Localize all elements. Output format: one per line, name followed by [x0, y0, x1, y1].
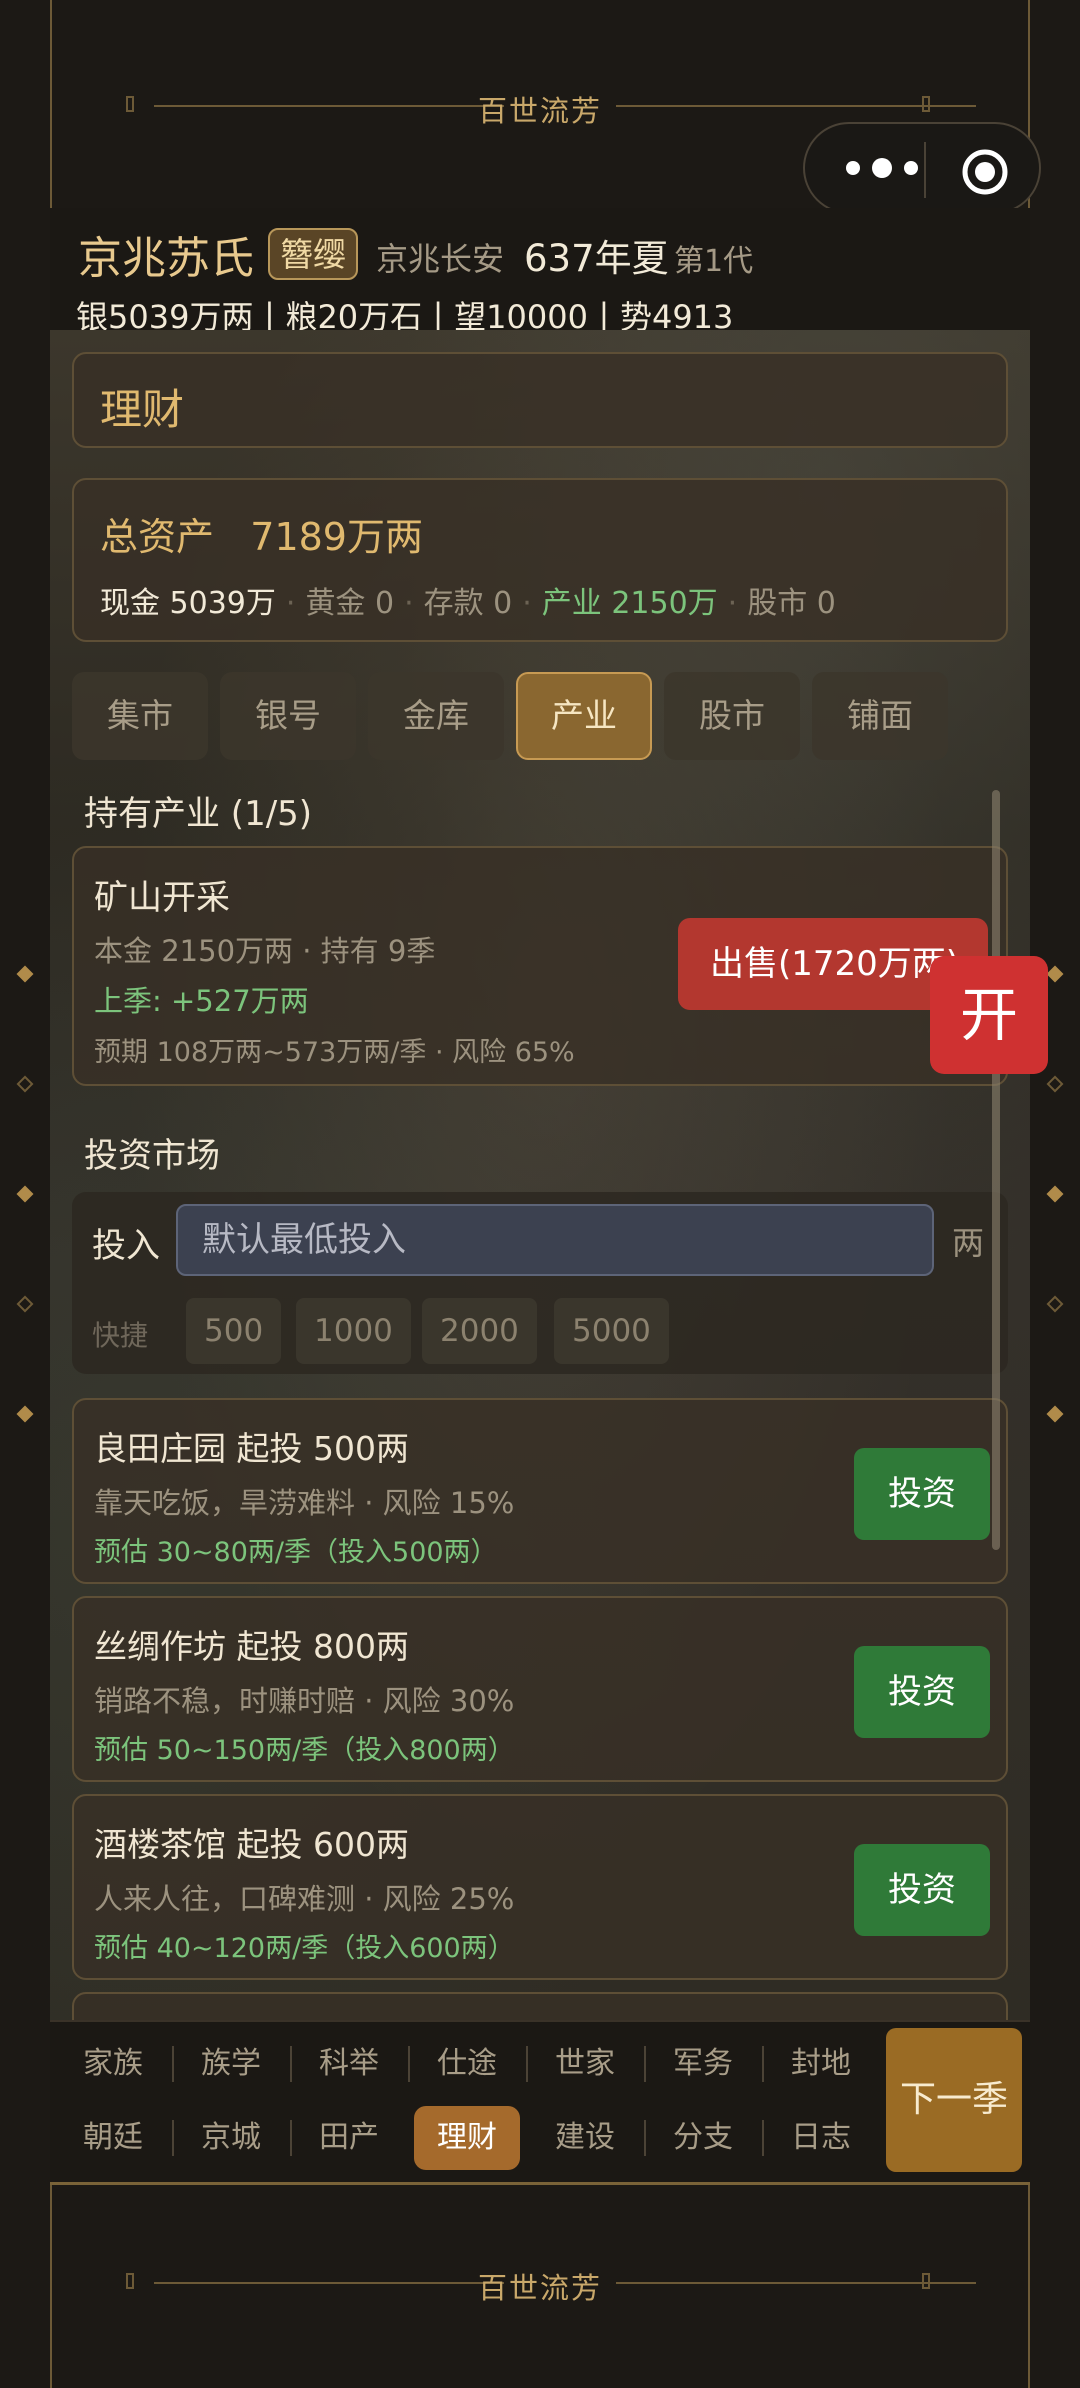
family-name: 京兆苏氏 — [78, 233, 254, 284]
tab-market[interactable]: 集市 — [72, 672, 208, 760]
invest-input-box: 投入 默认最低投入 两 快捷 500 1000 2000 5000 — [72, 1192, 1008, 1374]
nav-clans[interactable]: 世家 — [526, 2032, 644, 2096]
close-target-icon[interactable] — [961, 148, 1009, 196]
investment-desc: 销路不稳，时赚时赔 · 风险 30% — [94, 1684, 515, 1718]
generation: 第1代 — [674, 244, 754, 279]
more-icon[interactable] — [839, 148, 925, 188]
quick-5000-button[interactable]: 5000 — [554, 1298, 669, 1364]
holdings-title: 持有产业 (1/5) — [84, 794, 313, 834]
nav-log[interactable]: 日志 — [762, 2106, 880, 2170]
nav-branch[interactable]: 分支 — [644, 2106, 762, 2170]
holding-last-season: 上季: +527万两 — [94, 984, 309, 1018]
nav-military[interactable]: 军务 — [644, 2032, 762, 2096]
invest-unit: 两 — [952, 1224, 985, 1262]
nav-construction[interactable]: 建设 — [526, 2106, 644, 2170]
investment-card-farm: 良田庄园 起投 500两 靠天吃饭，旱涝难料 · 风险 15% 预估 30~80… — [72, 1398, 1008, 1584]
left-side-ornament — [16, 960, 34, 1423]
holding-name: 矿山开采 — [94, 878, 230, 918]
investment-estimate: 预估 30~80两/季（投入500两） — [94, 1537, 498, 1568]
assets-breakdown: 现金 5039万 · 黄金 0 · 存款 0 · 产业 2150万 · 股市 0 — [100, 586, 836, 621]
investment-desc: 靠天吃饭，旱涝难料 · 风险 15% — [94, 1486, 515, 1520]
investment-desc: 人来人往，口碑难测 · 风险 25% — [94, 1882, 515, 1916]
invest-button[interactable]: 投资 — [854, 1646, 990, 1738]
nav-fief[interactable]: 封地 — [762, 2032, 880, 2096]
main-content[interactable]: 理财 总资产 7189万两 现金 5039万 · 黄金 0 · 存款 0 · 产业 2150… — [50, 330, 1030, 2020]
nav-court[interactable]: 朝廷 — [54, 2106, 172, 2170]
mini-program-capsule — [803, 122, 1041, 214]
nav-finance[interactable]: 理财 — [414, 2106, 520, 2170]
open-floating-button[interactable]: 开 — [930, 956, 1048, 1074]
assets-summary: 总资产 7189万两 现金 5039万 · 黄金 0 · 存款 0 · 产业 2150万 · 股… — [72, 478, 1008, 642]
investment-estimate: 预估 40~120两/季（投入600两） — [94, 1933, 515, 1964]
nav-capital[interactable]: 京城 — [172, 2106, 290, 2170]
investment-card-tavern: 酒楼茶馆 起投 600两 人来人往，口碑难测 · 风险 25% 预估 40~12… — [72, 1794, 1008, 1980]
bottom-banner-area: 百世流芳 — [50, 2183, 1030, 2388]
scrollbar[interactable] — [992, 790, 1000, 1550]
invest-amount-input[interactable]: 默认最低投入 — [176, 1204, 934, 1276]
family-header: 京兆苏氏 簪缨 京兆长安 637年夏 第1代 银5039万两丨粮20万石丨望10… — [50, 208, 1030, 336]
right-side-ornament — [1046, 960, 1064, 1423]
holding-expected: 预期 108万两~573万两/季 · 风险 65% — [94, 1037, 575, 1068]
investment-card-silk: 丝绸作坊 起投 800两 销路不稳，时赚时赔 · 风险 30% 预估 50~15… — [72, 1596, 1008, 1782]
quick-label: 快捷 — [92, 1319, 149, 1352]
page-title-bar: 理财 — [72, 352, 1008, 448]
investment-card-next — [72, 1992, 1008, 2020]
tab-stock[interactable]: 股市 — [664, 672, 800, 760]
title-banner: 百世流芳 — [50, 88, 1030, 128]
tab-shops[interactable]: 铺面 — [812, 672, 948, 760]
investment-name: 酒楼茶馆 起投 600两 — [94, 1825, 409, 1864]
tab-bank[interactable]: 银号 — [220, 672, 356, 760]
invest-button[interactable]: 投资 — [854, 1844, 990, 1936]
finance-tabs: 集市 银号 金库 产业 股市 铺面 — [72, 672, 1008, 762]
total-assets: 总资产 7189万两 — [100, 515, 423, 559]
tab-industry[interactable]: 产业 — [516, 672, 652, 760]
nav-exam[interactable]: 科举 — [290, 2032, 408, 2096]
page-title: 理财 — [100, 385, 185, 434]
quick-500-button[interactable]: 500 — [186, 1298, 282, 1364]
next-season-button[interactable]: 下一季 — [886, 2028, 1022, 2172]
quick-2000-button[interactable]: 2000 — [422, 1298, 537, 1364]
investment-name: 丝绸作坊 起投 800两 — [94, 1627, 409, 1666]
holding-principal: 本金 2150万两 · 持有 9季 — [94, 934, 436, 968]
location: 京兆长安 — [376, 240, 505, 278]
nav-family[interactable]: 家族 — [54, 2032, 172, 2096]
app-title-bottom: 百世流芳 — [477, 2271, 602, 2305]
investment-estimate: 预估 50~150两/季（投入800两） — [94, 1735, 515, 1766]
market-title: 投资市场 — [84, 1136, 220, 1176]
invest-button[interactable]: 投资 — [854, 1448, 990, 1540]
nav-clan-school[interactable]: 族学 — [172, 2032, 290, 2096]
invest-label: 投入 — [92, 1226, 160, 1266]
tab-vault[interactable]: 金库 — [368, 672, 504, 760]
bottom-title-banner: 百世流芳 — [50, 2265, 1030, 2305]
bottom-navigation: 家族 族学 科举 仕途 世家 军务 封地 朝廷 京城 田产 理财 建设 分支 日… — [50, 2020, 1030, 2185]
nav-farmland[interactable]: 田产 — [290, 2106, 408, 2170]
rank-badge: 簪缨 — [268, 228, 358, 280]
quick-1000-button[interactable]: 1000 — [296, 1298, 411, 1364]
investment-name: 良田庄园 起投 500两 — [94, 1429, 409, 1468]
current-year: 637年夏 — [524, 237, 669, 280]
nav-career[interactable]: 仕途 — [408, 2032, 526, 2096]
